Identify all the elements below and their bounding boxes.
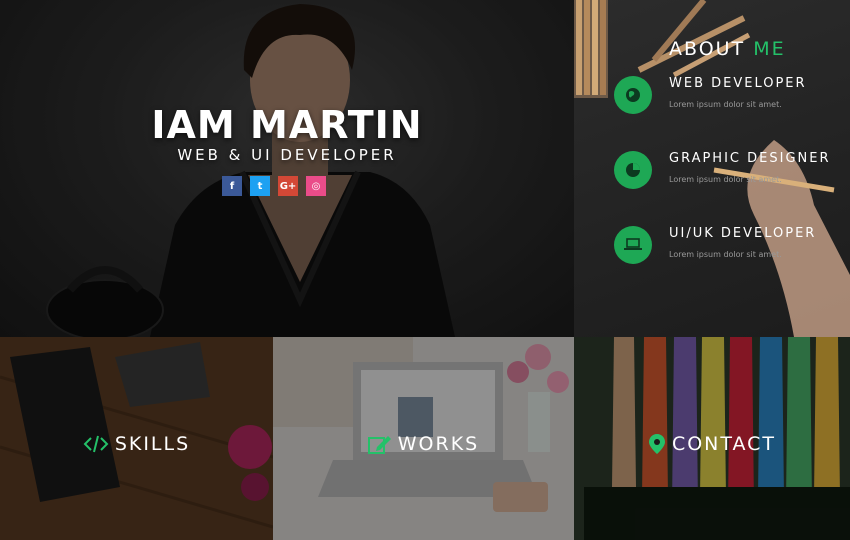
dribbble-icon[interactable]: ◎ — [306, 176, 326, 196]
service-title: WEB DEVELOPER — [669, 76, 807, 91]
service-desc: Lorem ipsum dolor sit amet. — [669, 100, 782, 109]
contact-tile[interactable]: CONTACT — [574, 337, 850, 540]
service-web-developer: WEB DEVELOPER Lorem ipsum dolor sit amet… — [614, 76, 850, 126]
globe-icon — [614, 76, 652, 114]
hero-overlay — [0, 0, 574, 337]
hero-name: IAM MARTIN — [151, 103, 423, 147]
contact-label: CONTACT — [574, 433, 850, 455]
laptop-icon — [614, 226, 652, 264]
about-section: ABOUT ME WEB DEVELOPER Lorem ipsum dolor… — [574, 0, 850, 337]
about-title-prefix: ABOUT — [669, 38, 746, 60]
works-label: WORKS — [273, 433, 574, 455]
edit-icon — [367, 434, 392, 454]
skills-tile[interactable]: SKILLS — [0, 337, 273, 540]
works-tile[interactable]: WORKS — [273, 337, 574, 540]
map-marker-icon — [648, 433, 666, 455]
service-title: GRAPHIC DESIGNER — [669, 151, 831, 166]
hero-role: WEB & UI DEVELOPER — [177, 146, 397, 164]
service-desc: Lorem ipsum dolor sit amet. — [669, 175, 782, 184]
skills-label: SKILLS — [0, 433, 273, 455]
google-plus-icon[interactable]: G+ — [278, 176, 298, 196]
code-icon — [83, 435, 109, 453]
service-title: UI/UK DEVELOPER — [669, 226, 817, 241]
about-title: ABOUT ME — [669, 38, 786, 60]
service-desc: Lorem ipsum dolor sit amet. — [669, 250, 782, 259]
pie-chart-icon — [614, 151, 652, 189]
contact-text: CONTACT — [671, 433, 777, 455]
twitter-icon[interactable]: t — [250, 176, 270, 196]
works-text: WORKS — [397, 433, 480, 455]
facebook-icon[interactable]: f — [222, 176, 242, 196]
hero-section: IAM MARTIN WEB & UI DEVELOPER f t G+ ◎ — [0, 0, 574, 337]
service-ui-developer: UI/UK DEVELOPER Lorem ipsum dolor sit am… — [614, 226, 850, 276]
about-title-accent: ME — [753, 38, 786, 60]
skills-text: SKILLS — [114, 433, 191, 455]
service-graphic-designer: GRAPHIC DESIGNER Lorem ipsum dolor sit a… — [614, 151, 850, 201]
